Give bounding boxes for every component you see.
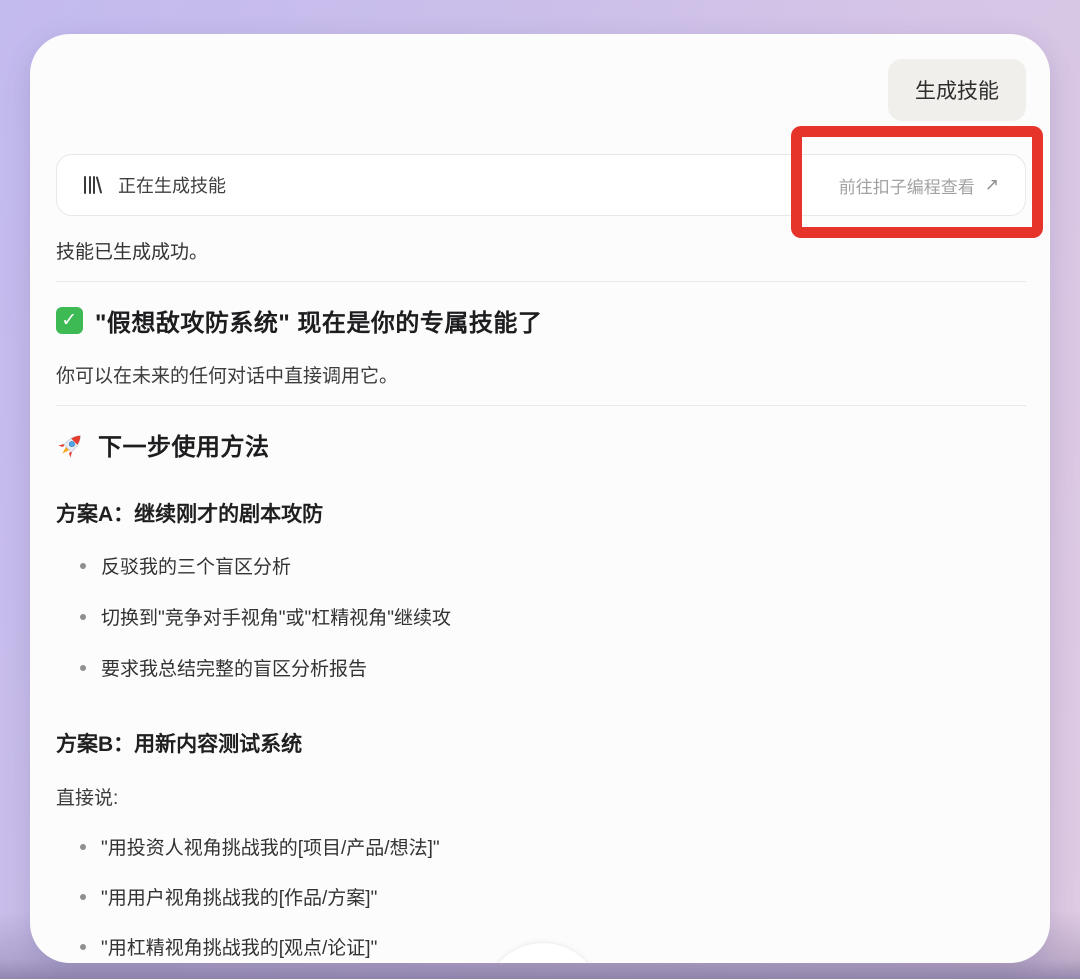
- chat-message-card: 生成技能 正在生成技能 前往扣子编程查看 ↗ 技能已生成成功。 ✓ "假想敌攻防…: [30, 34, 1050, 963]
- external-arrow-icon: ↗: [985, 175, 999, 195]
- status-left-group: 正在生成技能: [81, 172, 226, 198]
- skill-status-bar: 正在生成技能 前往扣子编程查看 ↗: [56, 154, 1026, 216]
- bullet-dot-icon: [80, 563, 86, 569]
- skill-ready-heading-text: "假想敌攻防系统" 现在是你的专属技能了: [95, 303, 542, 338]
- list-item-text: "用投资人视角挑战我的[项目/产品/想法]": [101, 833, 440, 860]
- list-item-text: 反驳我的三个盲区分析: [101, 552, 291, 579]
- list-item-text: "用用户视角挑战我的[作品/方案]": [101, 883, 377, 910]
- open-coze-link-label: 前往扣子编程查看: [839, 173, 975, 198]
- list-item-text: "用杠精视角挑战我的[观点/论证]": [101, 933, 377, 960]
- bullet-dot-icon: [80, 844, 86, 850]
- open-coze-link[interactable]: 前往扣子编程查看 ↗: [839, 173, 999, 198]
- skill-bars-icon: [81, 174, 103, 196]
- divider: [56, 405, 1026, 406]
- green-check-emoji: ✓: [56, 307, 83, 334]
- list-item: 要求我总结完整的盲区分析报告: [56, 654, 1026, 681]
- bullet-dot-icon: [80, 944, 86, 950]
- rocket-emoji: [56, 430, 86, 460]
- plan-b-title: 方案B：用新内容测试系统: [56, 728, 1026, 758]
- bullet-dot-icon: [80, 614, 86, 620]
- toolbar: 生成技能: [56, 59, 1026, 121]
- next-steps-heading-text: 下一步使用方法: [98, 427, 270, 462]
- plan-a-list: 反驳我的三个盲区分析 切换到"竞争对手视角"或"杠精视角"继续攻 要求我总结完整…: [56, 552, 1026, 681]
- bullet-dot-icon: [80, 894, 86, 900]
- plan-b-lead: 直接说:: [56, 783, 1026, 810]
- list-item-text: 切换到"竞争对手视角"或"杠精视角"继续攻: [101, 603, 451, 630]
- success-message: 技能已生成成功。: [56, 237, 1026, 264]
- app-background: { "toolbar": { "generate_button_label": …: [0, 0, 1080, 979]
- skill-ready-subtitle: 你可以在未来的任何对话中直接调用它。: [56, 361, 1026, 388]
- status-text: 正在生成技能: [118, 172, 226, 198]
- list-item: "用投资人视角挑战我的[项目/产品/想法]": [56, 833, 1026, 860]
- list-item: "用用户视角挑战我的[作品/方案]": [56, 883, 1026, 910]
- divider: [56, 281, 1026, 282]
- bullet-dot-icon: [80, 665, 86, 671]
- next-steps-heading: 下一步使用方法: [56, 427, 1026, 462]
- list-item: 反驳我的三个盲区分析: [56, 552, 1026, 579]
- plan-a-title: 方案A：继续刚才的剧本攻防: [56, 498, 1026, 528]
- list-item-text: 要求我总结完整的盲区分析报告: [101, 654, 367, 681]
- generate-skill-button[interactable]: 生成技能: [888, 59, 1026, 121]
- list-item: 切换到"竞争对手视角"或"杠精视角"继续攻: [56, 603, 1026, 630]
- skill-ready-heading: ✓ "假想敌攻防系统" 现在是你的专属技能了: [56, 303, 1026, 338]
